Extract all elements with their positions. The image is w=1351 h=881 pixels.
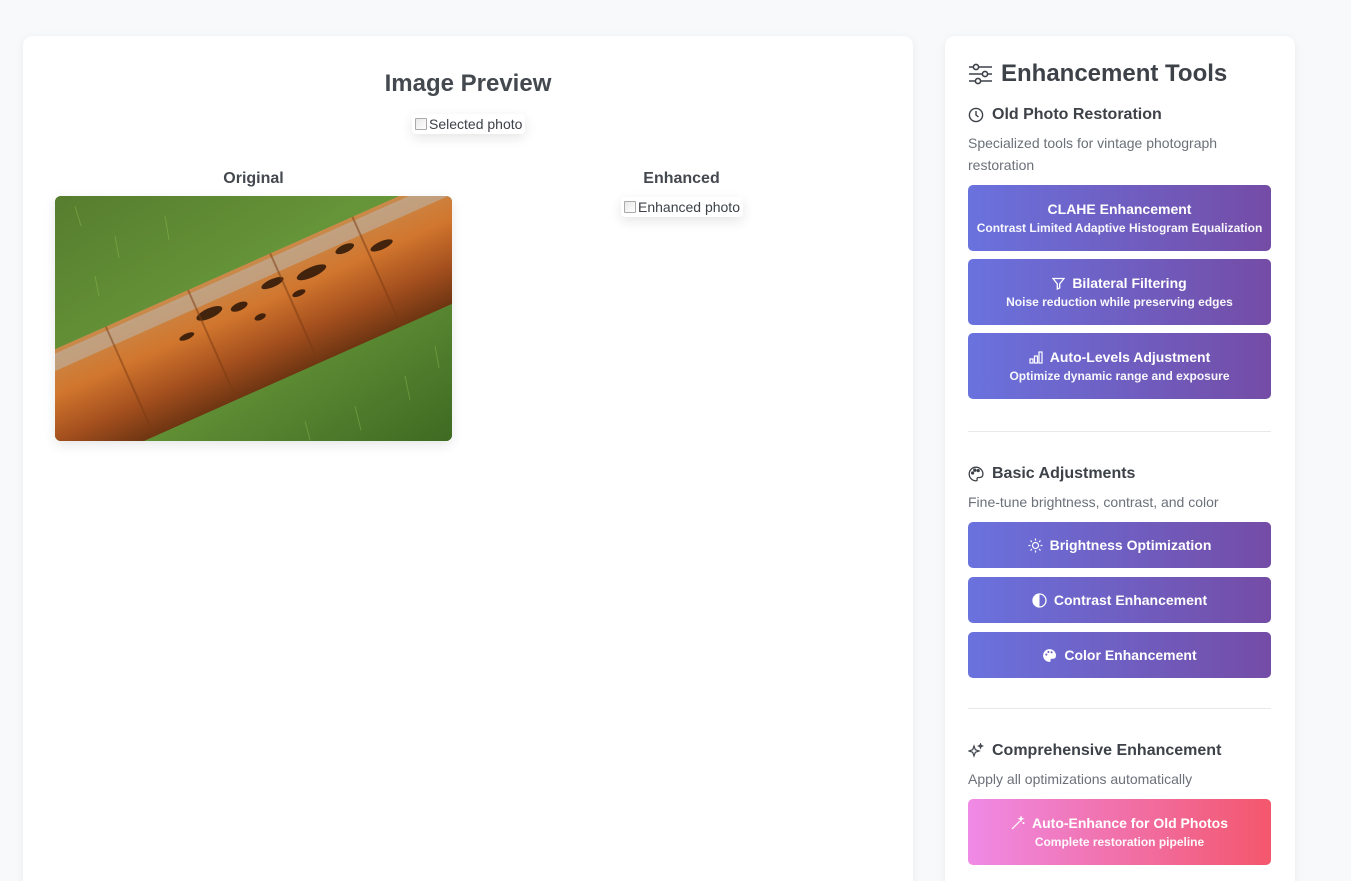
image-preview-panel: Image Preview Selected photo Original En…	[23, 36, 913, 881]
divider	[968, 708, 1271, 709]
selected-photo: Selected photo	[412, 114, 526, 134]
section-description: Apply all optimizations automatically	[968, 771, 1193, 787]
sliders-icon	[968, 63, 993, 85]
magic-wand-icon	[1011, 816, 1025, 830]
section-title-text: Comprehensive Enhancement	[992, 742, 1222, 759]
clahe-enhancement-button[interactable]: CLAHE Enhancement Contrast Limited Adapt…	[968, 185, 1271, 251]
history-icon	[968, 107, 984, 123]
sun-icon	[1028, 538, 1043, 553]
button-label: Auto-Enhance for Old Photos	[1032, 815, 1228, 831]
tools-title: Enhancement Tools	[1001, 60, 1228, 87]
section-title: Basic Adjustments	[968, 463, 1271, 485]
enhanced-photo-alt: Enhanced photo	[638, 199, 740, 215]
button-label: Contrast Enhancement	[1053, 592, 1208, 608]
divider	[968, 431, 1271, 432]
auto-enhance-button[interactable]: Auto-Enhance for Old Photos Complete res…	[968, 799, 1271, 865]
broken-image-icon	[415, 118, 427, 130]
button-label: Auto-Levels Adjustment	[1049, 349, 1211, 365]
original-label: Original	[223, 170, 284, 187]
button-label: Bilateral Filtering	[1072, 275, 1187, 291]
filter-icon	[1052, 277, 1066, 290]
enhancement-tools-panel: Enhancement Tools Old Photo Restoration …	[945, 36, 1295, 881]
preview-title: Image Preview	[384, 70, 552, 97]
button-label: Color Enhancement	[1064, 647, 1197, 663]
tools-header: Enhancement Tools	[968, 60, 1227, 88]
button-subtitle: Complete restoration pipeline	[1034, 835, 1205, 849]
section-title: Comprehensive Enhancement	[968, 740, 1271, 762]
button-label: CLAHE Enhancement	[1047, 201, 1192, 217]
palette-icon	[968, 466, 984, 482]
button-subtitle: Contrast Limited Adaptive Histogram Equa…	[976, 221, 1263, 235]
section-title-text: Basic Adjustments	[992, 465, 1136, 482]
palette-icon	[1042, 648, 1057, 663]
brightness-optimization-button[interactable]: Brightness Optimization	[968, 522, 1271, 568]
basic-adjustments-section: Basic Adjustments Fine-tune brightness, …	[968, 463, 1271, 678]
button-subtitle: Noise reduction while preserving edges	[1006, 295, 1233, 309]
enhanced-photo: Enhanced photo	[621, 197, 743, 217]
auto-levels-button[interactable]: Auto-Levels Adjustment Optimize dynamic …	[968, 333, 1271, 399]
section-description: Fine-tune brightness, contrast, and colo…	[968, 494, 1219, 510]
old-photo-restoration-section: Old Photo Restoration Specialized tools …	[968, 104, 1271, 399]
section-title: Old Photo Restoration	[968, 104, 1271, 126]
button-subtitle: Optimize dynamic range and exposure	[1009, 369, 1230, 383]
broken-image-icon	[624, 201, 636, 213]
bar-chart-icon	[1029, 350, 1043, 364]
button-label: Brightness Optimization	[1049, 537, 1212, 553]
comprehensive-enhancement-section: Comprehensive Enhancement Apply all opti…	[968, 740, 1271, 865]
sparkles-icon	[968, 743, 984, 759]
bilateral-filtering-button[interactable]: Bilateral Filtering Noise reduction whil…	[968, 259, 1271, 325]
selected-photo-alt: Selected photo	[429, 116, 523, 132]
original-photo	[55, 196, 452, 441]
contrast-enhancement-button[interactable]: Contrast Enhancement	[968, 577, 1271, 623]
section-title-text: Old Photo Restoration	[992, 106, 1162, 123]
section-description: Specialized tools for vintage photograph…	[968, 135, 1218, 173]
half-circle-icon	[1032, 592, 1047, 608]
enhanced-label: Enhanced	[643, 170, 720, 187]
color-enhancement-button[interactable]: Color Enhancement	[968, 632, 1271, 678]
